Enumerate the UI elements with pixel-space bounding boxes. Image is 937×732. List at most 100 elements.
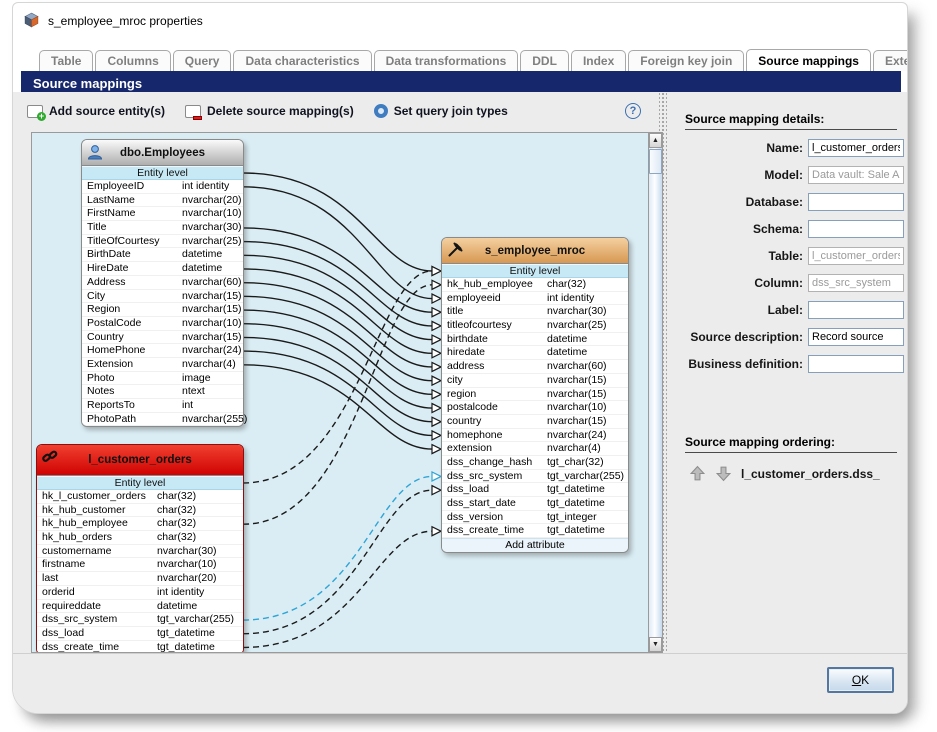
attribute-row-requireddate[interactable]: requireddatedatetime xyxy=(37,600,243,614)
attribute-row-dss-load[interactable]: dss_loadtgt_datetime xyxy=(442,483,628,497)
attribute-row-country[interactable]: Countrynvarchar(15) xyxy=(82,331,243,345)
attribute-row-postalcode[interactable]: postalcodenvarchar(10) xyxy=(442,401,628,415)
attribute-type: tgt_varchar(255) xyxy=(547,470,624,484)
tab-index[interactable]: Index xyxy=(571,50,626,71)
attribute-row-address[interactable]: Addressnvarchar(60) xyxy=(82,276,243,290)
attribute-row-hk-hub-orders[interactable]: hk_hub_orderschar(32) xyxy=(37,531,243,545)
field-input-model[interactable] xyxy=(808,166,904,184)
tab-foreign-key-join[interactable]: Foreign key join xyxy=(628,50,744,71)
attribute-row-dss-start-date[interactable]: dss_start_datetgt_datetime xyxy=(442,497,628,511)
attribute-row-orderid[interactable]: orderidint identity xyxy=(37,586,243,600)
attribute-row-hiredate[interactable]: hiredatedatetime xyxy=(442,346,628,360)
entity-s-employee-mroc[interactable]: s_employee_mroc Entity level hk_hub_empl… xyxy=(441,237,629,553)
tab-source-mappings[interactable]: Source mappings xyxy=(746,49,871,71)
add-source-entity-button[interactable]: + Add source entity(s) xyxy=(27,104,165,118)
attribute-row-employeeid[interactable]: employeeidint identity xyxy=(442,292,628,306)
attribute-row-birthdate[interactable]: birthdatedatetime xyxy=(442,333,628,347)
move-up-icon[interactable] xyxy=(689,465,706,482)
attribute-row-dss-create-time[interactable]: dss_create_timetgt_datetime xyxy=(37,641,243,652)
help-icon[interactable]: ? xyxy=(625,103,641,119)
entity-header[interactable]: s_employee_mroc xyxy=(442,238,628,264)
attribute-name: Address xyxy=(87,276,126,290)
attribute-row-birthdate[interactable]: BirthDatedatetime xyxy=(82,248,243,262)
attribute-row-region[interactable]: regionnvarchar(15) xyxy=(442,388,628,402)
attribute-row-dss-load[interactable]: dss_loadtgt_datetime xyxy=(37,627,243,641)
tab-ddl[interactable]: DDL xyxy=(520,50,569,71)
scroll-up-button[interactable]: ▲ xyxy=(649,133,662,148)
attribute-row-hk-l-customer-orders[interactable]: hk_l_customer_orderschar(32) xyxy=(37,490,243,504)
attribute-row-dss-src-system[interactable]: dss_src_systemtgt_varchar(255) xyxy=(442,470,628,484)
attribute-row-homephone[interactable]: HomePhonenvarchar(24) xyxy=(82,344,243,358)
field-input-schema[interactable] xyxy=(808,220,904,238)
attribute-row-dss-change-hash[interactable]: dss_change_hashtgt_char(32) xyxy=(442,456,628,470)
field-input-column[interactable] xyxy=(808,274,904,292)
entity-header[interactable]: dbo.Employees xyxy=(82,140,243,166)
attribute-row-homephone[interactable]: homephonenvarchar(24) xyxy=(442,429,628,443)
attribute-row-customername[interactable]: customernamenvarchar(30) xyxy=(37,545,243,559)
attribute-row-city[interactable]: citynvarchar(15) xyxy=(442,374,628,388)
field-input-table[interactable] xyxy=(808,247,904,265)
attribute-row-hiredate[interactable]: HireDatedatetime xyxy=(82,262,243,276)
attribute-row-hk-hub-customer[interactable]: hk_hub_customerchar(32) xyxy=(37,504,243,518)
ordering-item[interactable]: l_customer_orders.dss_ xyxy=(741,467,880,481)
attribute-row-firstname[interactable]: firstnamenvarchar(10) xyxy=(37,558,243,572)
tab-extended-properties[interactable]: Extended properties xyxy=(873,50,908,71)
field-input-label[interactable] xyxy=(808,301,904,319)
attribute-row-dss-version[interactable]: dss_versiontgt_integer xyxy=(442,511,628,525)
attribute-row-extension[interactable]: extensionnvarchar(4) xyxy=(442,442,628,456)
attribute-row-titleofcourtesy[interactable]: TitleOfCourtesynvarchar(25) xyxy=(82,235,243,249)
attribute-type: nvarchar(24) xyxy=(547,429,607,443)
attribute-row-postalcode[interactable]: PostalCodenvarchar(10) xyxy=(82,317,243,331)
attribute-row-last[interactable]: lastnvarchar(20) xyxy=(37,572,243,586)
canvas-vertical-scrollbar[interactable]: ▲ ▼ xyxy=(648,133,662,652)
tab-table[interactable]: Table xyxy=(39,50,93,71)
attribute-row-reportsto[interactable]: ReportsToint xyxy=(82,399,243,413)
attribute-row-firstname[interactable]: FirstNamenvarchar(10) xyxy=(82,207,243,221)
tab-columns[interactable]: Columns xyxy=(95,50,170,71)
ok-button[interactable]: OK xyxy=(827,667,894,693)
tab-data-characteristics[interactable]: Data characteristics xyxy=(233,50,371,71)
attribute-name: PostalCode xyxy=(87,317,141,331)
attribute-row-title[interactable]: Titlenvarchar(30) xyxy=(82,221,243,235)
attribute-row-hk-hub-employee[interactable]: hk_hub_employeechar(32) xyxy=(37,517,243,531)
diagram-canvas[interactable]: dbo.Employees Entity level EmployeeIDint… xyxy=(32,133,648,652)
entity-header[interactable]: l_customer_orders xyxy=(37,445,243,476)
tab-query[interactable]: Query xyxy=(173,50,232,71)
attribute-row-photo[interactable]: Photoimage xyxy=(82,372,243,386)
field-input-business-definition[interactable] xyxy=(808,355,904,373)
attribute-row-address[interactable]: addressnvarchar(60) xyxy=(442,360,628,374)
attribute-name: EmployeeID xyxy=(87,180,144,194)
attribute-name: customername xyxy=(42,545,111,559)
delete-source-mapping-button[interactable]: Delete source mapping(s) xyxy=(185,104,354,118)
attribute-name: Notes xyxy=(87,385,114,399)
field-input-source-description[interactable] xyxy=(808,328,904,346)
tab-data-transformations[interactable]: Data transformations xyxy=(374,50,519,71)
field-input-name[interactable] xyxy=(808,139,904,157)
set-query-join-types-button[interactable]: Set query join types xyxy=(374,104,508,118)
scrollbar-thumb[interactable] xyxy=(649,149,662,174)
entity-level-row[interactable]: Entity level xyxy=(82,166,243,180)
attribute-type: tgt_datetime xyxy=(157,641,215,652)
entity-level-row[interactable]: Entity level xyxy=(442,264,628,278)
attribute-row-city[interactable]: Citynvarchar(15) xyxy=(82,290,243,304)
field-input-database[interactable] xyxy=(808,193,904,211)
attribute-row-titleofcourtesy[interactable]: titleofcourtesynvarchar(25) xyxy=(442,319,628,333)
entity-l-customer-orders[interactable]: l_customer_orders Entity level hk_l_cust… xyxy=(36,444,244,652)
attribute-name: Country xyxy=(87,331,124,345)
attribute-row-dss-src-system[interactable]: dss_src_systemtgt_varchar(255) xyxy=(37,613,243,627)
attribute-row-employeeid[interactable]: EmployeeIDint identity xyxy=(82,180,243,194)
move-down-icon[interactable] xyxy=(715,465,732,482)
attribute-row-lastname[interactable]: LastNamenvarchar(20) xyxy=(82,194,243,208)
attribute-row-photopath[interactable]: PhotoPathnvarchar(255) xyxy=(82,413,243,427)
scroll-down-button[interactable]: ▼ xyxy=(649,637,662,652)
attribute-row-title[interactable]: titlenvarchar(30) xyxy=(442,305,628,319)
attribute-row-hk-hub-employee[interactable]: hk_hub_employeechar(32) xyxy=(442,278,628,292)
entity-level-row[interactable]: Entity level xyxy=(37,476,243,490)
attribute-row-notes[interactable]: Notesntext xyxy=(82,385,243,399)
add-attribute-button[interactable]: Add attribute xyxy=(442,538,628,552)
attribute-row-extension[interactable]: Extensionnvarchar(4) xyxy=(82,358,243,372)
attribute-row-region[interactable]: Regionnvarchar(15) xyxy=(82,303,243,317)
attribute-row-dss-create-time[interactable]: dss_create_timetgt_datetime xyxy=(442,524,628,538)
attribute-row-country[interactable]: countrynvarchar(15) xyxy=(442,415,628,429)
entity-dbo-employees[interactable]: dbo.Employees Entity level EmployeeIDint… xyxy=(81,139,244,427)
